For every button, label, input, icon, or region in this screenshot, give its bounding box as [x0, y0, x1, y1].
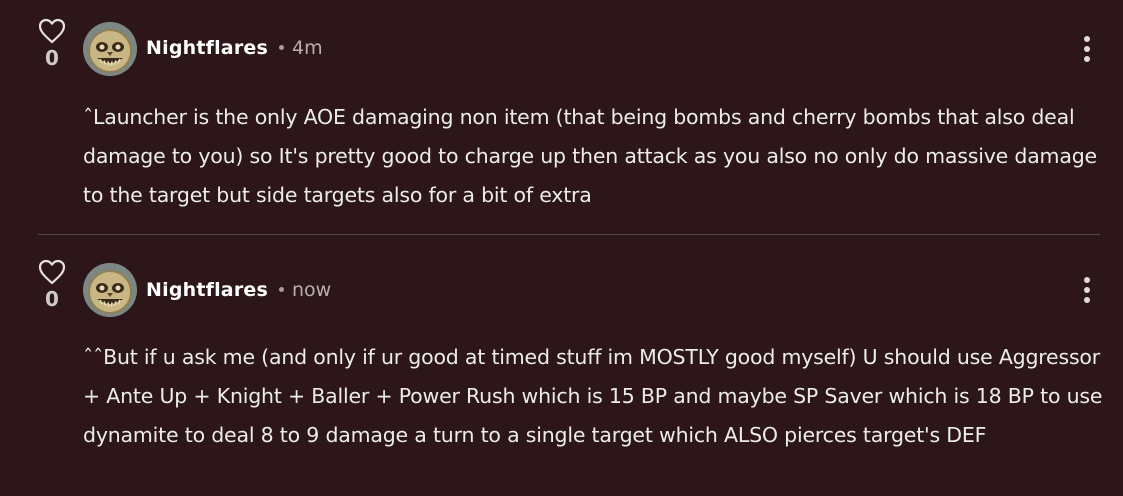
- avatar[interactable]: [83, 263, 137, 317]
- skull-moon-avatar-icon: [83, 263, 137, 317]
- dot: [1084, 287, 1090, 293]
- dot: [1084, 46, 1090, 52]
- comment-meta: Nightflares now: [146, 276, 331, 304]
- like-button[interactable]: 0: [34, 259, 70, 311]
- author-name[interactable]: Nightflares: [146, 37, 268, 59]
- more-options-button[interactable]: [1076, 277, 1098, 309]
- dot: [1084, 277, 1090, 283]
- comment-item: 0 Nightflares now ˆˆBut if u ask me (and …: [0, 235, 1123, 496]
- like-button[interactable]: 0: [34, 18, 70, 70]
- skull-moon-avatar-icon: [83, 22, 137, 76]
- comment-meta: Nightflares 4m: [146, 34, 323, 62]
- heart-icon: [38, 259, 66, 285]
- heart-icon: [38, 18, 66, 44]
- like-count: 0: [45, 287, 59, 311]
- separator-dot: [279, 45, 284, 50]
- dot: [1084, 297, 1090, 303]
- timestamp: now: [292, 279, 332, 301]
- dot: [1084, 56, 1090, 62]
- like-count: 0: [45, 46, 59, 70]
- comment-item: 0 Nightflares 4m ˆLauncher is the only AO…: [0, 0, 1123, 234]
- avatar[interactable]: [83, 22, 137, 76]
- timestamp: 4m: [292, 37, 323, 59]
- separator-dot: [279, 287, 284, 292]
- more-options-button[interactable]: [1076, 36, 1098, 68]
- dot: [1084, 36, 1090, 42]
- comment-text: ˆLauncher is the only AOE damaging non i…: [83, 105, 1097, 207]
- author-name[interactable]: Nightflares: [146, 279, 268, 301]
- comment-text: ˆˆBut if u ask me (and only if ur good a…: [83, 345, 1103, 447]
